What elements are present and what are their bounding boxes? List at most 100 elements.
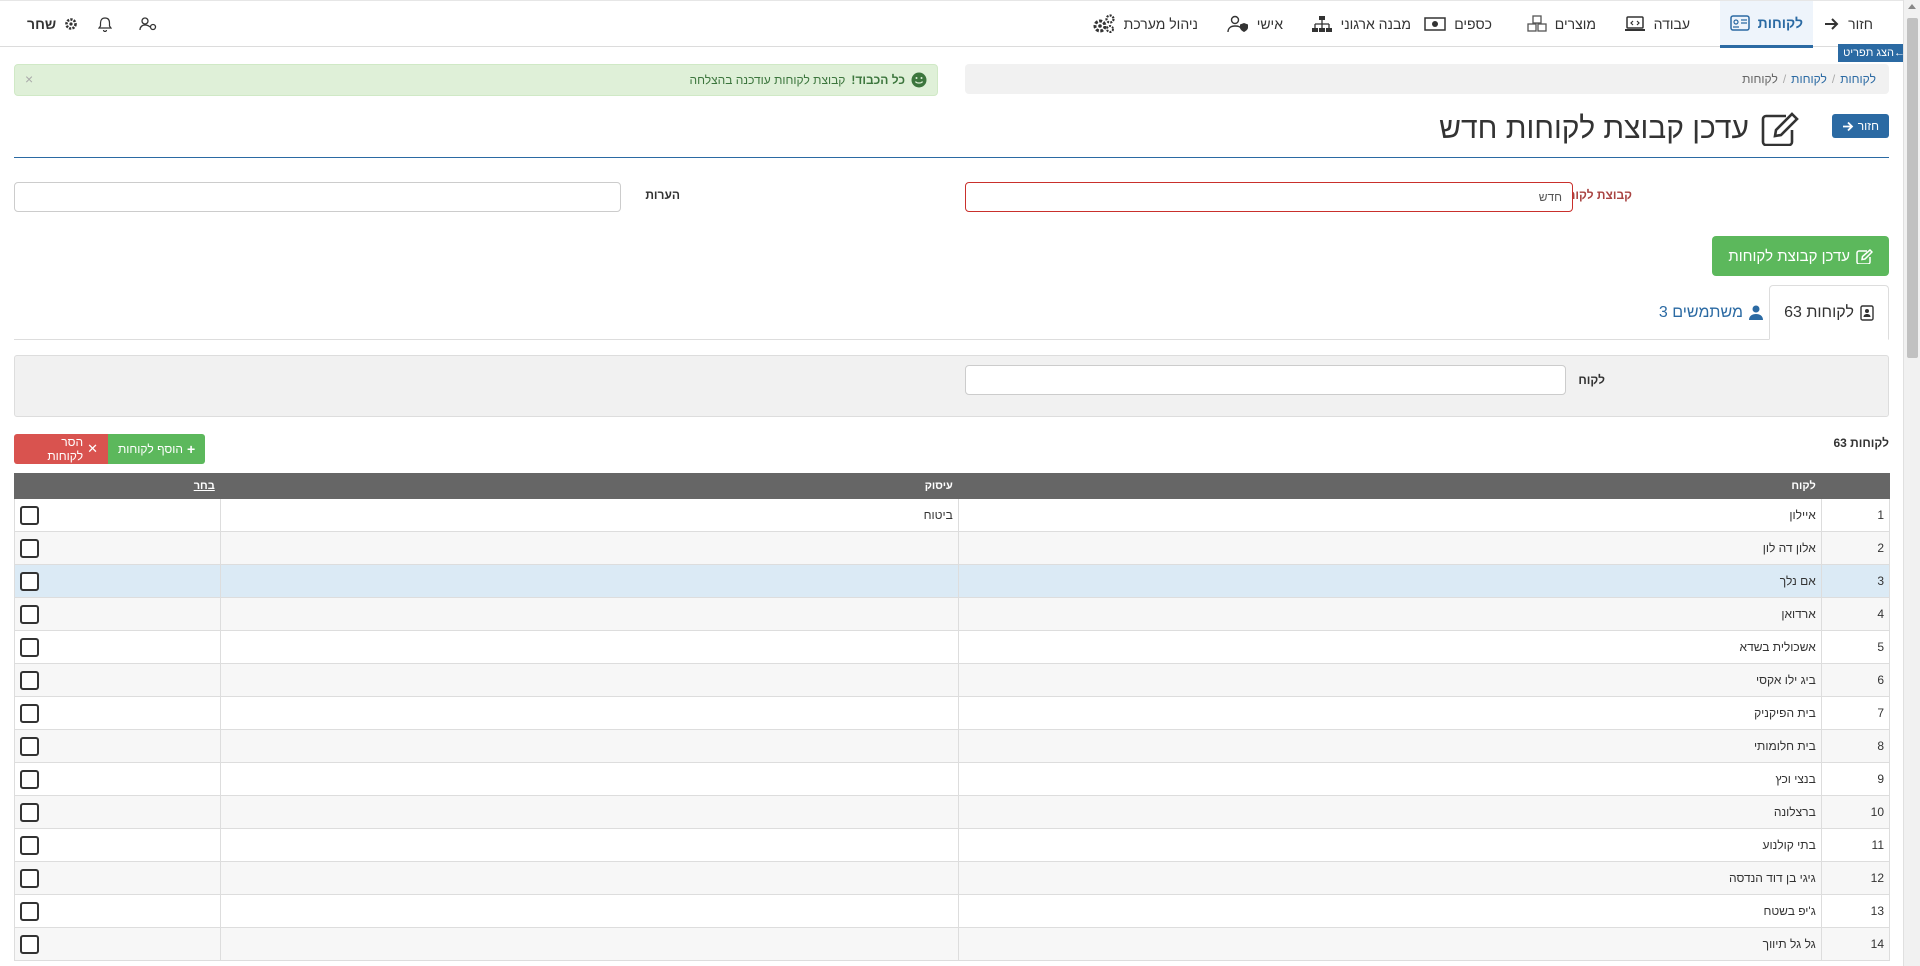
table-row[interactable]: 9 בנצי וכץ <box>14 762 1891 796</box>
row-checkbox[interactable] <box>20 802 39 822</box>
show-items-button[interactable]: הצג תפריט← <box>1838 44 1910 62</box>
col-header-customer[interactable]: לקוח <box>957 473 1822 499</box>
plus-icon: + <box>187 441 196 457</box>
nav-work[interactable]: עבודה <box>1624 1 1690 47</box>
scroll-up-arrow-icon[interactable] <box>1908 4 1916 9</box>
row-checkbox[interactable] <box>20 703 39 723</box>
row-checkbox[interactable] <box>20 538 39 558</box>
row-occupation <box>219 663 959 697</box>
scroll-thumb[interactable] <box>1907 18 1918 358</box>
row-index: 3 <box>1820 564 1891 598</box>
row-select-cell <box>14 630 221 664</box>
table-row[interactable]: 14 גל גל תיווך <box>14 927 1891 961</box>
row-select-cell <box>14 762 221 796</box>
row-checkbox[interactable] <box>20 835 39 855</box>
row-select-cell <box>14 531 221 565</box>
nav-back[interactable]: חזור <box>1824 1 1873 47</box>
row-checkbox[interactable] <box>20 934 39 954</box>
close-icon[interactable]: × <box>25 71 33 87</box>
table-row[interactable]: 12 גיגי בן דוד הנדסה <box>14 861 1891 895</box>
notes-input[interactable] <box>14 182 621 212</box>
row-occupation: ביטוח <box>219 498 959 532</box>
row-customer-name: אלון דה לון <box>957 531 1822 565</box>
table-row[interactable]: 2 אלון דה לון <box>14 531 1891 565</box>
nav-personal[interactable]: אישי <box>1227 1 1283 47</box>
nav-money-label: כספים <box>1454 16 1492 32</box>
row-customer-name: ברצלונה <box>957 795 1822 829</box>
add-customers-button[interactable]: + הוסף לקוחות <box>108 434 206 464</box>
table-row[interactable]: 5 אשכולית בשדא <box>14 630 1891 664</box>
row-customer-name: בית הפיקניק <box>957 696 1822 730</box>
col-header-select[interactable]: בחר <box>14 473 221 499</box>
table-row[interactable]: 11 בתי קולנוע <box>14 828 1891 862</box>
group-name-input[interactable]: חדש <box>965 182 1573 212</box>
user-menu[interactable]: שחר <box>27 1 78 47</box>
page-scrollbar[interactable] <box>1903 0 1920 966</box>
row-customer-name: ארדואן <box>957 597 1822 631</box>
smile-icon <box>911 72 927 88</box>
row-occupation <box>219 828 959 862</box>
nav-org-structure-label: מבנה ארגוני <box>1340 16 1411 32</box>
select-all-link[interactable]: בחר <box>194 480 215 492</box>
row-occupation <box>219 861 959 895</box>
nav-products[interactable]: מוצרים <box>1527 1 1596 47</box>
customer-filter-input[interactable] <box>965 365 1566 395</box>
alert-text: קבוצת לקוחות עודכנה בהצלחה <box>689 73 846 87</box>
user-shield-icon <box>1227 15 1248 33</box>
cogs-icon <box>1093 14 1115 33</box>
row-index: 8 <box>1820 729 1891 763</box>
remove-customers-button[interactable]: ✕ הסר לקוחות <box>14 434 108 464</box>
edit-icon <box>1761 112 1799 146</box>
col-header-index <box>1820 473 1891 499</box>
row-occupation <box>219 696 959 730</box>
row-checkbox[interactable] <box>20 604 39 624</box>
table-row[interactable]: 6 ביג ילו אקסי <box>14 663 1891 697</box>
nav-org-structure[interactable]: מבנה ארגוני <box>1311 1 1411 47</box>
row-checkbox[interactable] <box>20 505 39 525</box>
row-customer-name: איילון <box>957 498 1822 532</box>
table-row[interactable]: 8 בית חלומותי <box>14 729 1891 763</box>
row-index: 5 <box>1820 630 1891 664</box>
update-group-button[interactable]: עדכן קבוצת לקוחות <box>1712 236 1889 276</box>
customers-count: לקוחות 63 <box>1833 436 1889 450</box>
row-select-cell <box>14 861 221 895</box>
nav-system-admin-label: ניהול מערכת <box>1123 16 1198 32</box>
row-index: 9 <box>1820 762 1891 796</box>
row-checkbox[interactable] <box>20 868 39 888</box>
row-occupation <box>219 531 959 565</box>
row-select-cell <box>14 828 221 862</box>
table-row[interactable]: 3 אם נלך <box>14 564 1891 598</box>
row-index: 14 <box>1820 927 1891 961</box>
table-row[interactable]: 10 ברצלונה <box>14 795 1891 829</box>
row-checkbox[interactable] <box>20 769 39 789</box>
table-row[interactable]: 13 ג'יפ בשטח <box>14 894 1891 928</box>
notifications-button[interactable] <box>98 1 112 47</box>
back-button[interactable]: חזור <box>1831 114 1889 138</box>
user-profile-button[interactable] <box>139 1 157 47</box>
tab-customers[interactable]: לקוחות 63 <box>1769 285 1889 340</box>
nav-customers[interactable]: לקוחות <box>1719 1 1813 48</box>
tab-users-label: משתמשים 3 <box>1658 303 1743 321</box>
tab-users[interactable]: משתמשים 3 <box>1645 285 1777 340</box>
row-select-cell <box>14 729 221 763</box>
arrow-right-icon <box>1842 121 1853 131</box>
top-navbar: חזור לקוחות עבודה מוצרים כספים מבנה ארגו… <box>0 0 1903 48</box>
table-row[interactable]: 1 איילון ביטוח <box>14 498 1891 532</box>
table-row[interactable]: 4 ארדואן <box>14 597 1891 631</box>
row-checkbox[interactable] <box>20 571 39 591</box>
row-checkbox[interactable] <box>20 901 39 921</box>
row-checkbox[interactable] <box>20 637 39 657</box>
row-checkbox[interactable] <box>20 736 39 756</box>
col-header-occupation[interactable]: עיסוק <box>219 473 959 499</box>
nav-money[interactable]: כספים <box>1424 1 1492 47</box>
row-index: 11 <box>1820 828 1891 862</box>
breadcrumb-item-1[interactable]: לקוחות <box>1840 72 1876 86</box>
breadcrumb-item-2[interactable]: לקוחות <box>1791 72 1827 86</box>
table-row[interactable]: 7 בית הפיקניק <box>14 696 1891 730</box>
row-checkbox[interactable] <box>20 670 39 690</box>
nav-system-admin[interactable]: ניהול מערכת <box>1092 1 1198 47</box>
row-index: 13 <box>1820 894 1891 928</box>
notes-label: הערות <box>645 188 680 202</box>
row-occupation <box>219 729 959 763</box>
edit-icon <box>1856 248 1873 264</box>
